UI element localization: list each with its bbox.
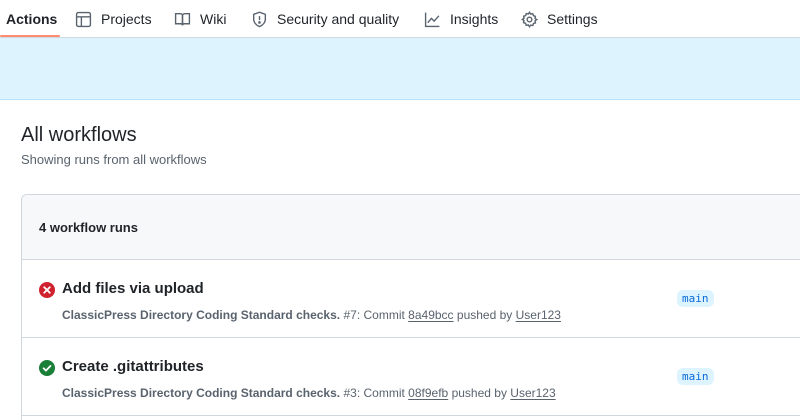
tab-settings-label: Settings: [547, 11, 598, 27]
run-title-link[interactable]: Add files via upload: [62, 280, 204, 297]
commit-link[interactable]: 08f9efb: [408, 386, 448, 400]
shield-icon: [251, 11, 268, 28]
failure-icon: [39, 282, 55, 298]
tab-wiki[interactable]: Wiki: [174, 0, 226, 38]
repo-nav: Actions Projects Wiki Security and quali…: [0, 0, 800, 38]
workflow-run-row[interactable]: Create .gitattributes ClassicPress Direc…: [22, 338, 800, 416]
tab-insights-label: Insights: [450, 11, 499, 27]
run-commit-prefix: Commit: [363, 386, 405, 400]
runs-count: 4 workflow runs: [39, 219, 138, 235]
page-subtitle: Showing runs from all workflows: [21, 152, 207, 167]
workflow-run-row[interactable]: Add files via upload ClassicPress Direct…: [22, 260, 800, 338]
run-number: #7: [343, 308, 357, 322]
graph-icon: [424, 11, 441, 28]
run-pushed-by-prefix: pushed by: [456, 308, 513, 322]
run-meta: ClassicPress Directory Coding Standard c…: [62, 386, 556, 400]
run-meta: ClassicPress Directory Coding Standard c…: [62, 308, 561, 322]
user-link[interactable]: User123: [516, 308, 561, 322]
success-icon: [39, 360, 55, 376]
page-title: All workflows: [21, 124, 137, 146]
runs-count-header: 4 workflow runs: [22, 195, 800, 260]
tab-settings[interactable]: Settings: [521, 0, 598, 38]
branch-badge[interactable]: main: [677, 290, 714, 307]
run-title-link[interactable]: Create .gitattributes: [62, 358, 204, 375]
tab-security[interactable]: Security and quality: [251, 0, 399, 38]
tab-actions-label: Actions: [6, 11, 58, 27]
gear-icon: [521, 10, 538, 28]
run-workflow-name: ClassicPress Directory Coding Standard c…: [62, 386, 341, 400]
tab-insights[interactable]: Insights: [424, 0, 498, 38]
user-link[interactable]: User123: [510, 386, 555, 400]
active-tab-underline: [0, 35, 60, 37]
table-icon: [75, 11, 92, 28]
info-banner: [0, 38, 800, 100]
tab-security-label: Security and quality: [277, 11, 400, 27]
run-pushed-by-prefix: pushed by: [451, 386, 507, 400]
workflow-runs-box: 4 workflow runs Add files via upload Cla…: [21, 194, 800, 420]
tab-wiki-label: Wiki: [200, 11, 227, 27]
book-icon: [174, 11, 191, 28]
run-number: #3: [343, 386, 357, 400]
commit-link[interactable]: 8a49bcc: [408, 308, 453, 322]
tab-projects-label: Projects: [101, 11, 152, 27]
branch-badge[interactable]: main: [677, 368, 714, 385]
run-commit-prefix: Commit: [363, 308, 405, 322]
tab-projects[interactable]: Projects: [75, 0, 152, 38]
tab-actions[interactable]: Actions: [6, 0, 57, 38]
run-workflow-name: ClassicPress Directory Coding Standard c…: [62, 308, 341, 322]
